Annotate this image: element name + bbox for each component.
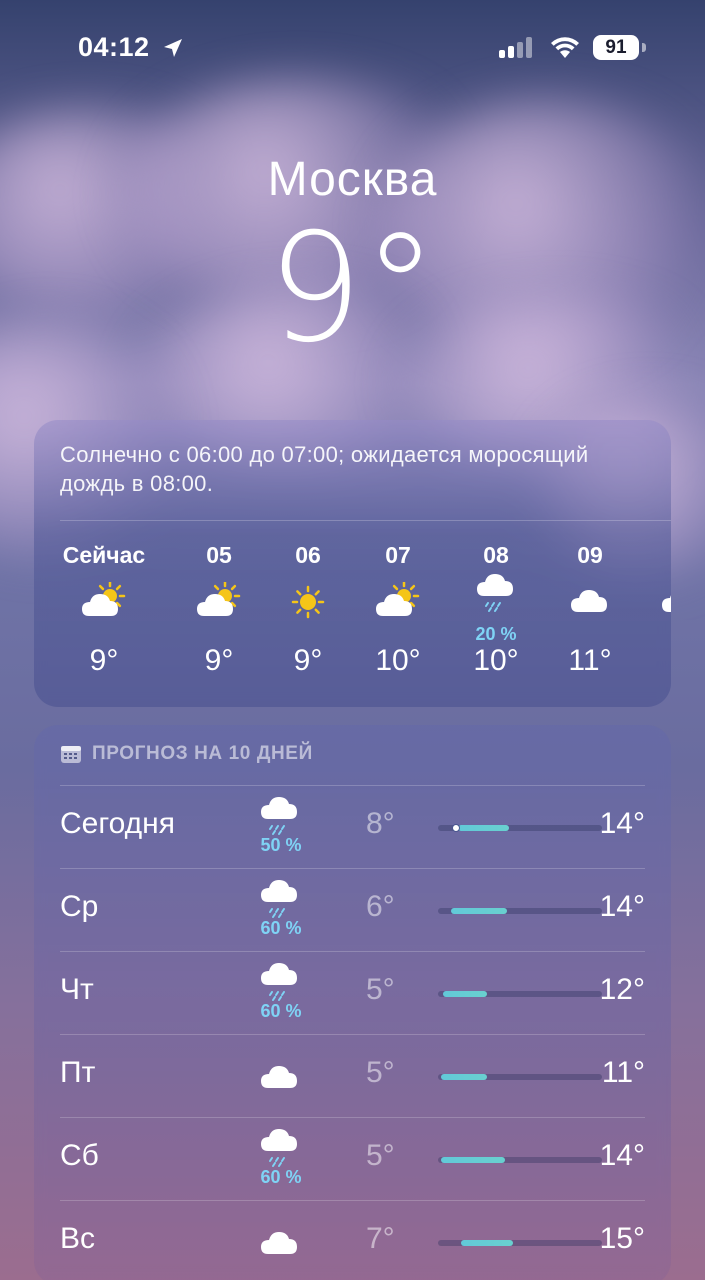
precipitation-chance: 50 % xyxy=(260,835,302,855)
day-name: Вс xyxy=(60,1222,96,1255)
city-name: Москва xyxy=(267,153,438,206)
partly-sunny-icon xyxy=(343,570,453,634)
high-temperature: 14° xyxy=(599,807,645,840)
partly-sunny-icon xyxy=(44,570,164,634)
conditions-summary: Солнечно с 06:00 до 07:00; ожидается мор… xyxy=(60,442,589,496)
day-name: Чт xyxy=(60,973,94,1006)
battery-tip xyxy=(642,43,646,52)
status-bar: 04:12 91 xyxy=(0,0,705,96)
daily-row[interactable]: Ср 60 % 6° 14° xyxy=(60,868,645,951)
wifi-icon xyxy=(551,37,579,58)
low-temperature: 5° xyxy=(366,1139,395,1172)
high-temperature: 14° xyxy=(599,1139,645,1172)
temperature-range-bar xyxy=(438,1240,602,1246)
hour-temperature: 9° xyxy=(89,644,119,677)
high-temperature: 14° xyxy=(599,890,645,923)
precipitation-chance: 60 % xyxy=(260,918,302,938)
temperature-range-bar xyxy=(438,991,602,997)
daily-row[interactable]: Вс 7° 15° xyxy=(60,1200,645,1280)
temperature-range-bar xyxy=(438,908,602,914)
hour-temperature: 10° xyxy=(375,644,421,677)
calendar-icon xyxy=(61,746,81,763)
low-temperature: 8° xyxy=(366,807,395,840)
high-temperature: 11° xyxy=(601,1056,645,1089)
daily-row[interactable]: Пт 5° 11° xyxy=(60,1034,645,1117)
low-temperature: 5° xyxy=(366,1056,395,1089)
row-divider xyxy=(60,951,645,952)
precipitation-chance: 60 % xyxy=(260,1001,302,1021)
row-divider xyxy=(60,868,645,869)
daily-forecast-title: ПРОГНОЗ НА 10 ДНЕЙ xyxy=(92,743,313,764)
hour-item: 11 xyxy=(626,540,671,678)
low-temperature: 6° xyxy=(366,890,395,923)
hour-item: 07 10° xyxy=(343,540,453,678)
day-name: Ср xyxy=(60,890,99,923)
daily-row[interactable]: Сб 60 % 5° 14° xyxy=(60,1117,645,1200)
temperature-range-fill xyxy=(460,1240,514,1246)
hour-label: 1 xyxy=(626,540,671,570)
temperature-range-bar xyxy=(438,1157,602,1163)
precipitation-chance: 60 % xyxy=(260,1167,302,1187)
hour-label: Сейчас xyxy=(62,542,146,568)
row-divider xyxy=(60,1200,645,1201)
temperature-range-bar xyxy=(438,1074,602,1080)
hour-label: 07 xyxy=(385,542,411,568)
daily-row[interactable]: Чт 60 % 5° 12° xyxy=(60,951,645,1034)
day-name: Сб xyxy=(60,1139,99,1172)
temperature-range-fill xyxy=(457,825,509,831)
row-divider xyxy=(60,1117,645,1118)
temperature-range-fill xyxy=(442,991,488,997)
row-divider xyxy=(60,1034,645,1035)
temperature-range-bar xyxy=(438,824,602,832)
low-temperature: 5° xyxy=(366,973,395,1006)
temperature-range-fill xyxy=(451,908,507,914)
cloud-icon xyxy=(626,570,671,634)
high-temperature: 12° xyxy=(599,973,645,1006)
daily-forecast-header: ПРОГНОЗ НА 10 ДНЕЙ xyxy=(60,743,313,765)
cellular-signal-icon xyxy=(499,36,532,58)
hourly-forecast-card[interactable]: Солнечно с 06:00 до 07:00; ожидается мор… xyxy=(34,420,671,707)
temperature-range-fill xyxy=(441,1157,506,1163)
daily-row[interactable]: Сегодня 50 % 8° 14° xyxy=(60,785,645,868)
hour-temperature: 1 xyxy=(626,644,671,678)
high-temperature: 15° xyxy=(599,1222,645,1255)
day-name: Пт xyxy=(60,1056,96,1089)
row-divider xyxy=(60,785,645,786)
hour-item: Сейчас 9° xyxy=(44,540,164,678)
divider xyxy=(60,520,671,521)
hourly-scroll[interactable]: Сейчас9°059°069°0710°0820 %10°0911°11 xyxy=(34,540,671,700)
location-arrow-icon xyxy=(164,39,182,57)
current-temperature: 9° xyxy=(267,202,438,376)
battery-indicator: 91 xyxy=(593,35,639,60)
temperature-range-fill xyxy=(441,1074,488,1080)
status-time: 04:12 xyxy=(78,32,150,62)
low-temperature: 7° xyxy=(366,1222,395,1255)
cloud-icon xyxy=(245,1224,315,1280)
daily-forecast-card[interactable]: ПРОГНОЗ НА 10 ДНЕЙ Сегодня 50 % 8° 14° Ср 60 … xyxy=(34,725,671,1280)
day-name: Сегодня xyxy=(60,807,175,840)
